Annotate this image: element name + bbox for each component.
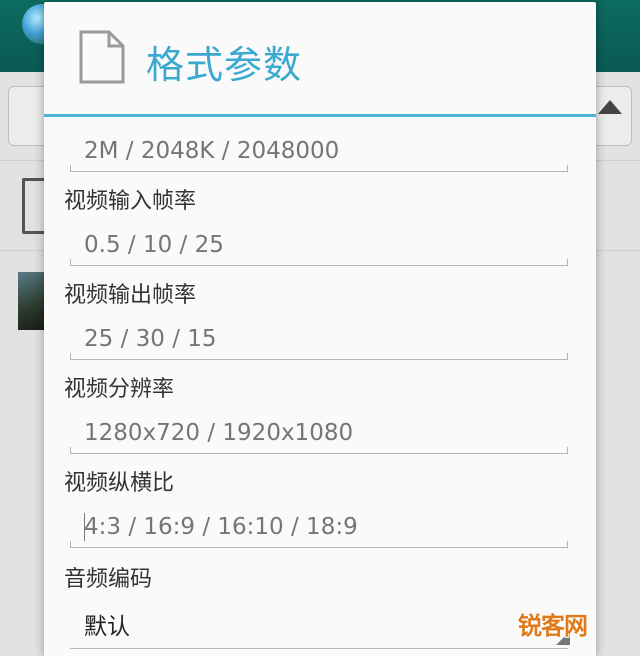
format-params-form: 视频输入帧率 视频输出帧率 视频分辨率 视频纵横比 音频编码 默认	[44, 117, 596, 656]
output-framerate-label: 视频输出帧率	[64, 283, 197, 308]
background-up-arrow-icon	[598, 100, 622, 114]
dialog-header: 格式参数	[44, 2, 596, 117]
resolution-underline	[70, 447, 568, 454]
output-framerate-underline	[70, 353, 568, 360]
aspect-ratio-label: 视频纵横比	[64, 471, 175, 496]
watermark-logo: 锐客网	[518, 612, 588, 640]
background-upload-button	[592, 86, 632, 146]
input-framerate-underline	[70, 259, 568, 266]
dialog-title: 格式参数	[146, 43, 303, 87]
audio-codec-underline	[70, 648, 568, 649]
aspect-ratio-underline	[70, 541, 568, 548]
format-params-dialog: 格式参数 视频输入帧率 视频输出帧率 视频分辨率 视频纵横比 音频编码 默认	[44, 2, 596, 656]
document-icon	[79, 30, 125, 84]
text-caret	[84, 513, 85, 541]
audio-codec-label: 音频编码	[64, 567, 153, 592]
resolution-label: 视频分辨率	[64, 377, 175, 402]
audio-codec-selected-value: 默认	[84, 614, 130, 640]
input-framerate-label: 视频输入帧率	[64, 189, 197, 214]
audio-codec-select[interactable]: 默认	[70, 597, 570, 649]
bitrate-input-underline	[70, 165, 568, 172]
